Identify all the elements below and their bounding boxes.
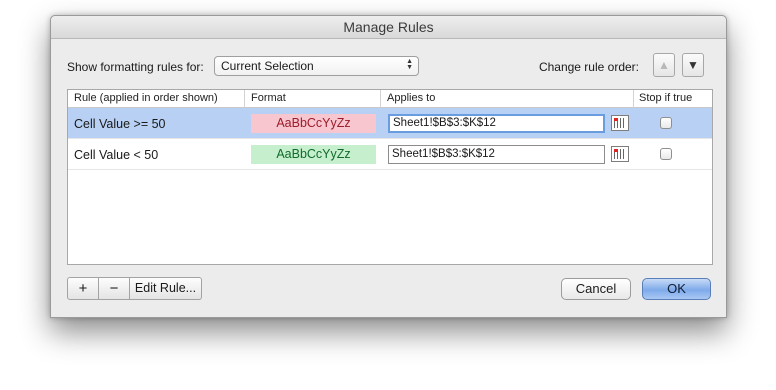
select-arrows-icon: ▲ ▼ <box>406 58 413 71</box>
add-rule-button[interactable]: + <box>67 277 99 300</box>
rule-row[interactable]: Cell Value < 50 AaBbCcYyZz Sheet1!$B$3:$… <box>68 139 712 170</box>
rule-row[interactable]: Cell Value >= 50 AaBbCcYyZz Sheet1!$B$3:… <box>68 108 712 139</box>
cancel-button[interactable]: Cancel <box>561 278 631 300</box>
range-picker-button[interactable] <box>611 115 629 131</box>
rules-scope-value: Current Selection <box>221 59 314 73</box>
rules-table-header: Rule (applied in order shown) Format App… <box>68 90 712 108</box>
move-rule-up-button[interactable]: ▲ <box>653 53 675 77</box>
rules-table: Rule (applied in order shown) Format App… <box>67 89 713 265</box>
show-rules-label: Show formatting rules for: <box>67 60 204 74</box>
col-header-stop-if-true[interactable]: Stop if true <box>634 90 712 108</box>
dialog-title: Manage Rules <box>51 16 726 39</box>
range-picker-button[interactable] <box>611 146 629 162</box>
format-preview: AaBbCcYyZz <box>251 114 376 133</box>
range-select-icon <box>614 118 626 128</box>
arrow-down-icon: ▼ <box>687 58 699 72</box>
rules-toolbar: Show formatting rules for: Current Selec… <box>67 53 710 78</box>
format-preview: AaBbCcYyZz <box>251 145 376 164</box>
col-header-rule[interactable]: Rule (applied in order shown) <box>68 90 245 108</box>
ok-button[interactable]: OK <box>642 278 711 300</box>
rules-scope-select[interactable]: Current Selection ▲ ▼ <box>214 56 419 76</box>
edit-rule-button[interactable]: Edit Rule... <box>130 277 202 300</box>
col-header-format[interactable]: Format <box>245 90 381 108</box>
manage-rules-dialog: Manage Rules Show formatting rules for: … <box>50 15 727 318</box>
applies-to-field[interactable]: Sheet1!$B$3:$K$12 <box>388 114 605 133</box>
rule-actions: + − Edit Rule... <box>67 277 202 300</box>
remove-rule-button[interactable]: − <box>99 277 130 300</box>
col-header-applies-to[interactable]: Applies to <box>381 90 634 108</box>
stop-if-true-checkbox[interactable] <box>660 117 672 129</box>
stop-if-true-checkbox[interactable] <box>660 148 672 160</box>
rule-description: Cell Value >= 50 <box>74 117 166 131</box>
arrow-up-icon: ▲ <box>658 58 670 72</box>
applies-to-field[interactable]: Sheet1!$B$3:$K$12 <box>388 145 605 164</box>
rule-description: Cell Value < 50 <box>74 148 159 162</box>
move-rule-down-button[interactable]: ▼ <box>682 53 704 77</box>
change-order-label: Change rule order: <box>538 60 639 74</box>
range-select-icon <box>614 149 626 159</box>
